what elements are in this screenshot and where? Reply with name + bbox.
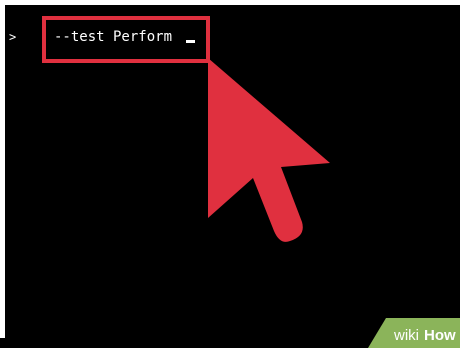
text-cursor <box>186 40 195 43</box>
command-input-text[interactable]: --test Perform <box>54 30 172 44</box>
cursor-arrow-icon <box>208 58 330 242</box>
watermark-suffix: How <box>424 327 456 344</box>
terminal-window: > --test Perform wiki How <box>0 0 460 348</box>
wikihow-watermark: wiki How <box>368 318 460 348</box>
window-left-edge <box>0 0 5 338</box>
window-top-edge <box>0 0 460 5</box>
prompt-symbol: > <box>9 30 17 44</box>
watermark-prefix: wiki <box>393 327 419 344</box>
